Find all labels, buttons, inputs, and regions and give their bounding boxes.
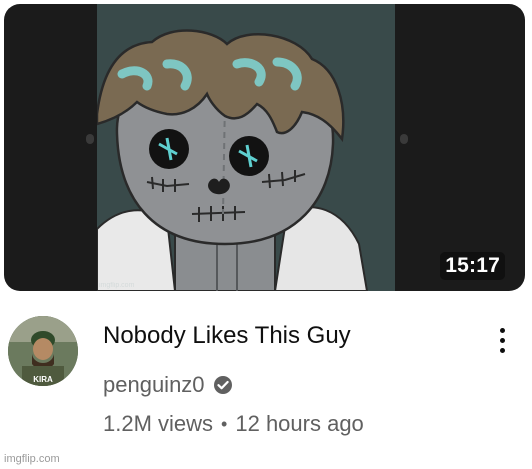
imgflip-watermark: imgflip.com <box>4 453 60 465</box>
thumbnail-left-dot <box>86 134 94 144</box>
ellipsis-dot <box>499 347 505 353</box>
thumbnail-right-dot <box>400 134 408 144</box>
thumbnail-art-watermark: imgflip.com <box>99 282 135 289</box>
channel-name[interactable]: penguinz0 <box>103 371 205 399</box>
check-circle-icon <box>213 376 232 394</box>
vertical-ellipsis-icon[interactable] <box>488 320 516 360</box>
doll-illustration <box>97 4 395 291</box>
avatar-text: KIRA <box>33 375 53 384</box>
meta-separator: • <box>221 414 228 434</box>
thumbnail-artwork: imgflip.com <box>97 4 395 291</box>
video-metadata: 1.2M views • 12 hours ago <box>103 410 364 438</box>
ellipsis-dot <box>499 337 505 343</box>
video-duration-badge: 15:17 <box>440 252 505 280</box>
view-count: 1.2M views <box>103 411 214 436</box>
ellipsis-dot <box>499 327 505 333</box>
channel-avatar[interactable]: KIRA <box>8 316 78 386</box>
channel-row: penguinz0 <box>103 371 233 399</box>
upload-age: 12 hours ago <box>235 411 364 436</box>
video-thumbnail[interactable]: imgflip.com 15:17 <box>4 4 525 291</box>
avatar-image: KIRA <box>8 316 78 386</box>
video-title[interactable]: Nobody Likes This Guy <box>103 321 351 351</box>
